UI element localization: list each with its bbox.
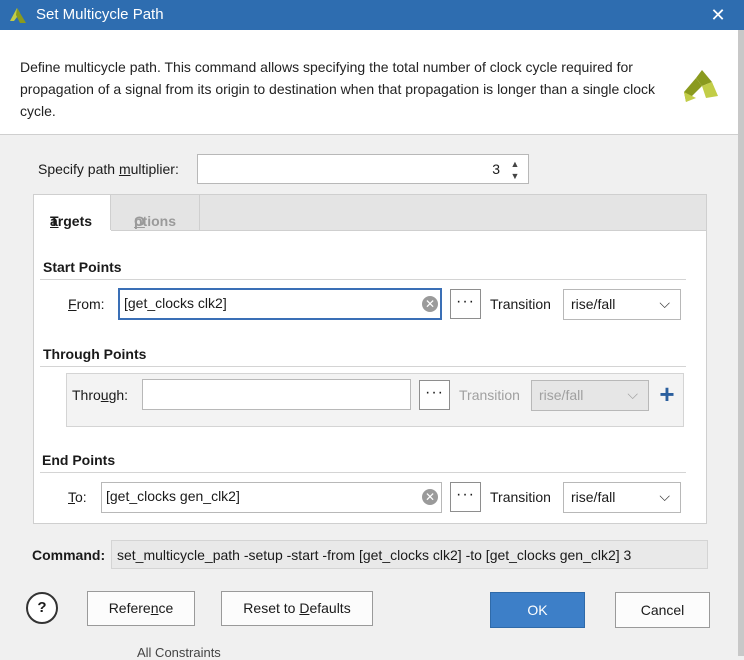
active-tab-joiner — [34, 230, 111, 232]
ok-button[interactable]: OK — [490, 592, 585, 628]
through-points-divider — [40, 366, 686, 367]
spin-up-icon[interactable]: ▲ — [508, 159, 522, 169]
help-button[interactable]: ? — [26, 592, 58, 624]
title-bar: Set Multicycle Path ✕ — [0, 0, 744, 30]
browse-through-button[interactable]: ··· — [419, 380, 450, 410]
through-label: Through: — [72, 387, 129, 403]
clear-from-icon[interactable]: ✕ — [422, 296, 438, 312]
through-transition-label: Transition — [459, 387, 520, 403]
vivado-logo-icon — [684, 70, 718, 102]
tab-targets[interactable]: Targets — [34, 195, 111, 231]
command-label: Command: — [32, 547, 106, 563]
browse-from-button[interactable]: ··· — [450, 289, 481, 319]
app-logo-icon — [10, 8, 26, 23]
description-text: Define multicycle path. This command all… — [20, 59, 656, 119]
reset-to-defaults-button[interactable]: Reset to Defaults — [221, 591, 373, 626]
to-input-value[interactable]: [get_clocks gen_clk2] — [106, 488, 240, 504]
to-transition-select[interactable]: rise/fall ⌵ — [563, 482, 681, 513]
window-title: Set Multicycle Path — [36, 6, 164, 23]
command-preview: set_multicycle_path -setup -start -from … — [111, 540, 708, 569]
close-icon[interactable]: ✕ — [706, 2, 730, 28]
spin-down-icon[interactable]: ▼ — [508, 171, 522, 181]
reference-button[interactable]: Reference — [87, 591, 195, 626]
end-points-divider — [40, 472, 686, 473]
to-label: To: — [68, 489, 87, 505]
from-transition-label: Transition — [490, 296, 551, 312]
start-points-title: Start Points — [43, 259, 122, 275]
chevron-down-icon: ⌵ — [659, 295, 670, 311]
through-points-title: Through Points — [43, 346, 147, 362]
to-input[interactable]: [get_clocks gen_clk2] — [101, 482, 442, 513]
window-edge — [738, 30, 744, 656]
description-panel: Define multicycle path. This command all… — [0, 30, 744, 135]
chevron-down-icon: ⌵ — [627, 386, 638, 402]
multiplier-value[interactable]: 3 — [492, 161, 500, 177]
through-input[interactable] — [142, 379, 411, 410]
multiplier-label: Specify path multiplier: — [38, 161, 179, 177]
from-transition-select[interactable]: rise/fall ⌵ — [563, 289, 681, 320]
start-points-divider — [40, 279, 686, 280]
from-input[interactable]: [get_clocks clk2] — [118, 288, 442, 320]
from-label: From: — [68, 296, 105, 312]
cancel-button[interactable]: Cancel — [615, 592, 710, 628]
path-multiplier-spinner[interactable]: 3 ▲ ▼ — [197, 154, 529, 184]
add-through-plus-icon[interactable]: + — [657, 379, 677, 409]
browse-to-button[interactable]: ··· — [450, 482, 481, 512]
from-input-value[interactable]: [get_clocks clk2] — [124, 295, 227, 311]
to-transition-label: Transition — [490, 489, 551, 505]
background-window-text: All Constraints — [137, 645, 221, 660]
chevron-down-icon: ⌵ — [659, 488, 670, 504]
end-points-title: End Points — [42, 452, 116, 468]
clear-to-icon[interactable]: ✕ — [422, 489, 438, 505]
through-transition-select: rise/fall ⌵ — [531, 380, 649, 411]
tab-options[interactable]: Options — [112, 195, 200, 231]
